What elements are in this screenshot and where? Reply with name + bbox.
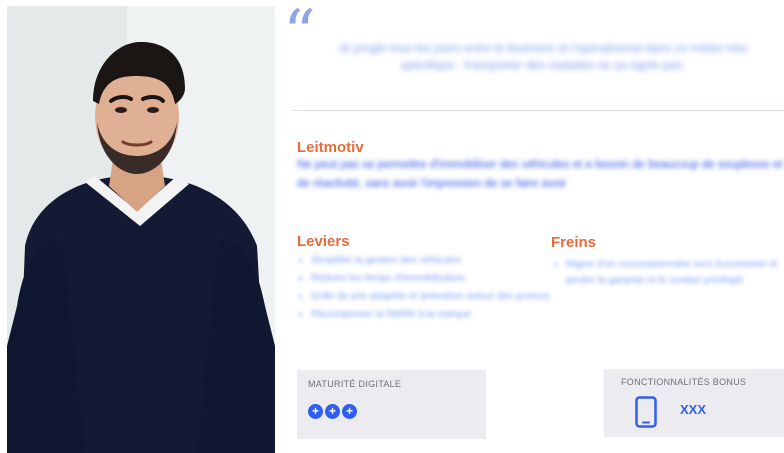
plus-circle-icon: +: [342, 404, 357, 419]
quote-mark: “: [283, 0, 316, 71]
leviers-list: Simplifier la gestion des véhicules Rédu…: [297, 253, 556, 325]
leitmotiv-heading: Leitmotiv: [297, 139, 364, 156]
leviers-heading: Leviers: [297, 233, 350, 250]
list-item: Récompenser la fidélité à la marque: [311, 307, 556, 323]
list-item: Grille de prix adaptée et animation auto…: [311, 289, 556, 305]
maturite-digitale-card: MATURITÉ DIGITALE + + +: [297, 370, 486, 439]
list-item: Simplifier la gestion des véhicules: [311, 253, 556, 269]
fonctionnalites-bonus-title: FONCTIONNALITÉS BONUS: [621, 377, 747, 387]
leitmotiv-text: Ne peut pas se permettre d'immobiliser d…: [297, 159, 783, 190]
divider: [292, 110, 784, 111]
list-item: Réduire les temps d'immobilisation: [311, 271, 556, 287]
persona-illustration: [7, 6, 275, 453]
maturity-rating: + + +: [308, 404, 357, 419]
plus-circle-icon: +: [308, 404, 323, 419]
bonus-value: XXX: [680, 402, 707, 417]
maturite-digitale-title: MATURITÉ DIGITALE: [308, 379, 402, 389]
fonctionnalites-bonus-card: FONCTIONNALITÉS BONUS XXX: [604, 369, 784, 437]
plus-circle-icon: +: [325, 404, 340, 419]
freins-heading: Freins: [551, 234, 597, 251]
persona-quote: Je jongle tous les jours entre le busine…: [338, 41, 748, 72]
persona-photo: [7, 6, 275, 453]
list-item: Migrer d'un concessionnaire vers Euromas…: [566, 257, 784, 289]
freins-list: Migrer d'un concessionnaire vers Euromas…: [552, 257, 784, 291]
smartphone-icon: [635, 396, 657, 428]
